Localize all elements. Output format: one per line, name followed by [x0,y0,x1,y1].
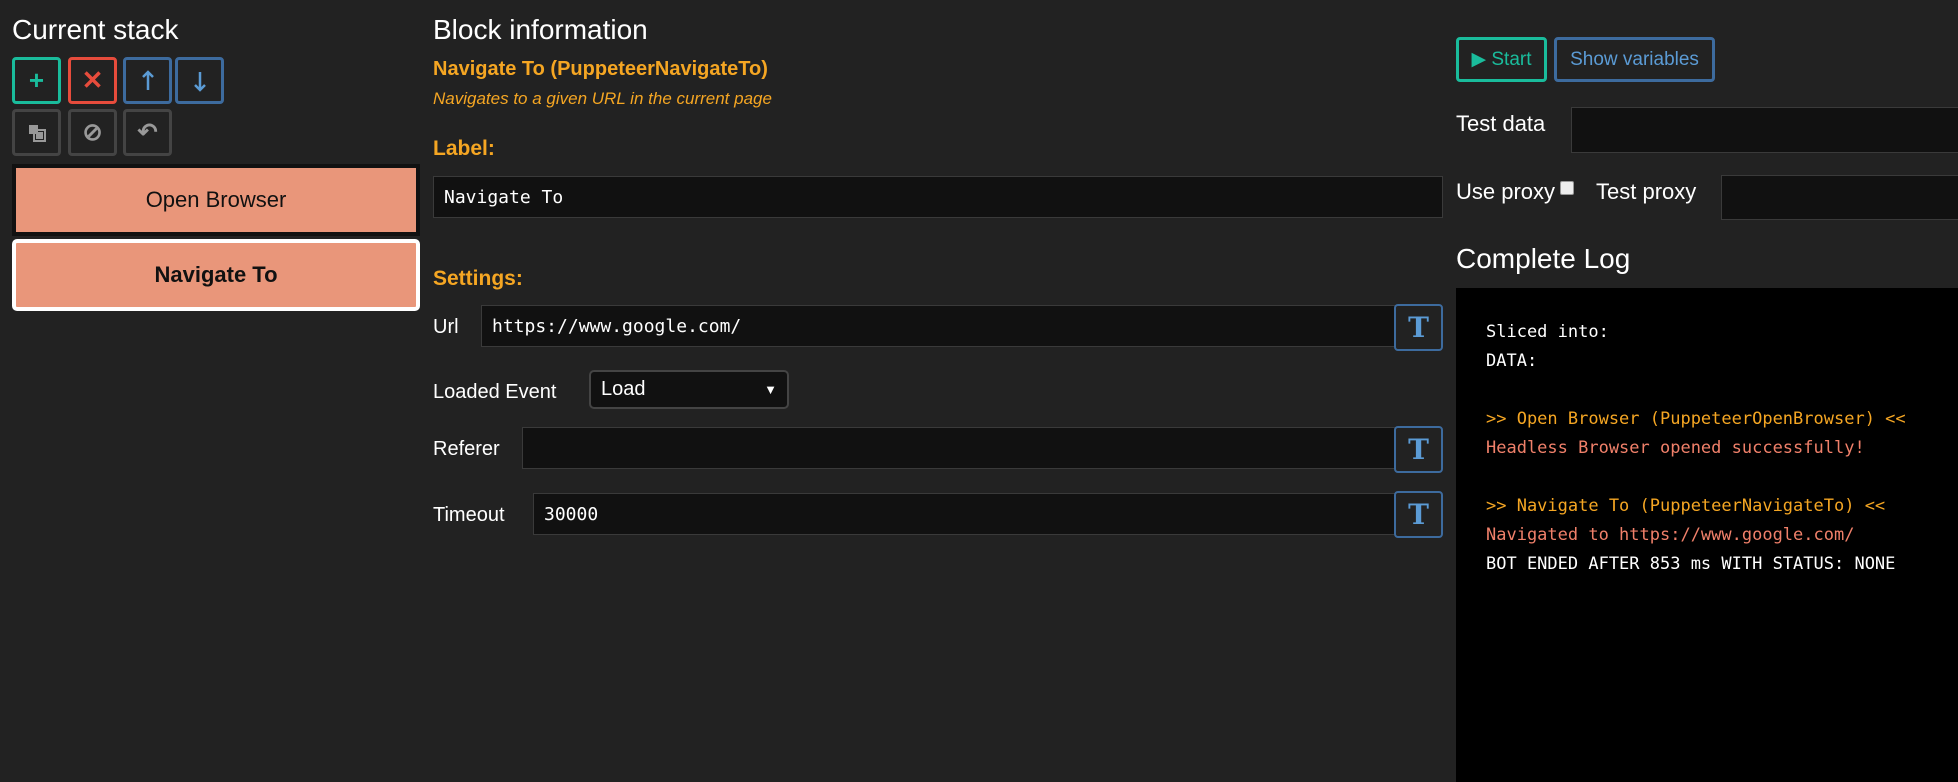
log-line: Navigated to https://www.google.com/ [1486,525,1855,545]
ban-icon: ⊘ [82,119,103,146]
use-proxy-checkbox[interactable] [1560,181,1574,195]
arrow-up-icon [141,69,154,90]
move-down-button[interactable] [175,57,224,104]
plus-icon: + [28,65,45,95]
undo-icon: ↶ [137,119,158,146]
loaded-event-select[interactable]: Load ▼ [589,370,789,409]
stack-block-label: Navigate To [154,262,278,287]
log-line: >> Open Browser (PuppeteerOpenBrowser) <… [1486,409,1906,429]
log-line: Headless Browser opened successfully! [1486,438,1865,458]
show-variables-button[interactable]: Show variables [1554,37,1715,82]
block-label-input[interactable]: Navigate To [433,176,1443,218]
log-title: Complete Log [1456,243,1631,274]
log-line: DATA: [1486,351,1538,371]
use-proxy-label: Use proxy [1456,179,1556,204]
timeout-label: Timeout [433,504,505,526]
test-proxy-input[interactable] [1721,175,1958,220]
block-info-title: Block information [433,14,648,45]
stack-title: Current stack [12,14,179,45]
referer-input[interactable] [522,427,1404,469]
url-label: Url [433,316,459,338]
url-input[interactable]: https://www.google.com/ [481,305,1404,347]
test-data-input[interactable] [1571,107,1958,153]
start-button[interactable]: ▶ Start [1456,37,1547,82]
clone-icon [28,124,46,142]
referer-type-toggle-button[interactable]: T [1394,426,1443,473]
timeout-input[interactable]: 30000 [533,493,1404,535]
log-line: BOT ENDED AFTER 853 ms WITH STATUS: NONE [1486,554,1896,574]
clone-block-button[interactable] [12,109,61,156]
loaded-event-label: Loaded Event [433,381,557,403]
log-line: >> Navigate To (PuppeteerNavigateTo) << [1486,496,1886,516]
undo-button[interactable]: ↶ [123,109,172,156]
referer-label: Referer [433,438,500,460]
timeout-type-toggle-button[interactable]: T [1394,491,1443,538]
dropdown-arrow-icon: ▼ [764,382,777,397]
disable-block-button[interactable]: ⊘ [68,109,117,156]
block-description: Navigates to a given URL in the current … [433,89,772,108]
test-proxy-label: Test proxy [1596,179,1697,204]
block-name: Navigate To (PuppeteerNavigateTo) [433,58,768,80]
label-heading: Label: [433,137,495,160]
stack-block-open-browser[interactable]: Open Browser [12,164,420,236]
loaded-event-value: Load [601,378,646,400]
log-line: Sliced into: [1486,322,1609,342]
settings-heading: Settings: [433,267,523,290]
test-data-label: Test data [1456,111,1546,136]
add-block-button[interactable]: + [12,57,61,104]
stack-block-label: Open Browser [145,187,287,212]
close-icon: ✕ [81,65,104,95]
stack-block-navigate-to[interactable]: Navigate To [12,239,420,311]
delete-block-button[interactable]: ✕ [68,57,117,104]
log-output: Sliced into: DATA: >> Open Browser (Pupp… [1456,288,1958,782]
arrow-down-icon [193,71,206,92]
url-type-toggle-button[interactable]: T [1394,304,1443,351]
move-up-button[interactable] [123,57,172,104]
debugger-panel: ▶ Start Show variables Test data Use pro… [1456,0,1958,782]
